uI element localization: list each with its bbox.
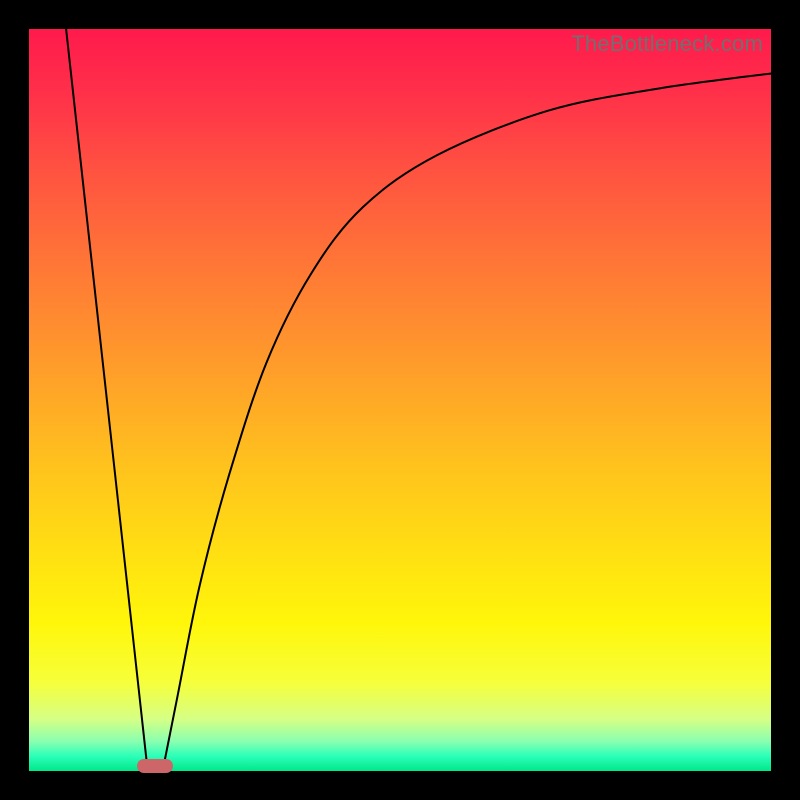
plot-area: TheBottleneck.com xyxy=(29,29,771,771)
chart-frame: TheBottleneck.com xyxy=(0,0,800,800)
optimum-marker xyxy=(137,759,173,773)
left-descent-path xyxy=(66,29,148,771)
right-ascent-path xyxy=(163,74,771,772)
curve-layer xyxy=(29,29,771,771)
